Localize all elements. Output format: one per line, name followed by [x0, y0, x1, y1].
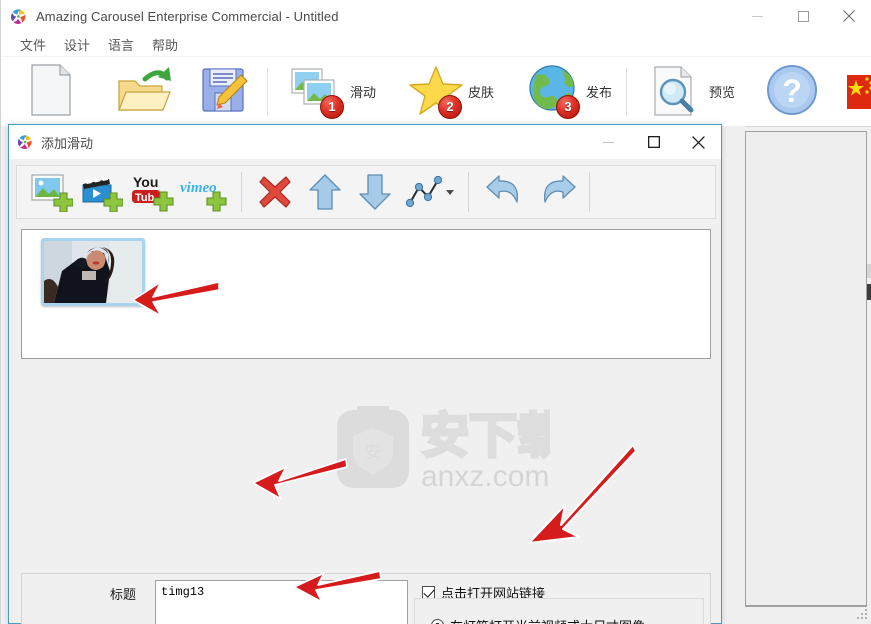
star-icon: 2 [408, 63, 464, 121]
main-titlebar: Amazing Carousel Enterprise Commercial -… [1, 0, 871, 32]
toolbar-separator-2 [626, 67, 628, 116]
open-button[interactable] [107, 61, 179, 123]
slider-label: 滑动 [350, 85, 377, 100]
skin-button[interactable]: 2 皮肤 [400, 61, 502, 123]
move-down-button[interactable] [350, 169, 400, 215]
svg-text:anxz.com: anxz.com [421, 460, 549, 493]
title-label: 标题 [110, 587, 137, 602]
help-button[interactable]: ? [757, 61, 829, 123]
main-window-controls [734, 0, 871, 32]
add-youtube-button[interactable]: You Tub [127, 169, 177, 215]
skin-badge: 2 [438, 94, 463, 119]
scrollbar-thumb[interactable] [867, 284, 871, 300]
radio-icon-selected [431, 619, 444, 624]
minimize-button[interactable] [734, 0, 780, 32]
radio-open-lightbox-label: 在灯箱打开当前视频或大尺寸图像 [450, 616, 645, 624]
magnifier-page-icon [649, 63, 705, 121]
slider-button[interactable]: 1 滑动 [282, 61, 384, 123]
menu-language[interactable]: 语言 [99, 33, 143, 56]
resize-grip[interactable] [857, 609, 869, 621]
maximize-button[interactable] [780, 0, 826, 32]
menu-design[interactable]: 设计 [55, 33, 99, 56]
menu-file[interactable]: 文件 [11, 33, 55, 56]
new-button[interactable] [21, 61, 93, 123]
dialog-window-controls [586, 125, 721, 159]
main-toolbar: 1 滑动 2 皮肤 3 发布 预览 ? [1, 56, 871, 126]
svg-text:安下载: 安下载 [421, 408, 550, 464]
dialog-toolbar-separator-1 [241, 172, 242, 212]
svg-text:安: 安 [365, 443, 382, 463]
skin-label: 皮肤 [468, 85, 495, 100]
save-button[interactable] [189, 61, 261, 123]
title-input[interactable]: timg13 [155, 580, 408, 624]
question-mark-icon: ? [765, 63, 821, 121]
dialog-title: 添加滑动 [41, 135, 94, 151]
dialog-maximize-button[interactable] [631, 125, 676, 159]
menu-help[interactable]: 帮助 [143, 33, 187, 56]
publish-label: 发布 [586, 85, 613, 100]
app-title: Amazing Carousel Enterprise Commercial -… [36, 8, 339, 24]
images-stack-icon: 1 [290, 63, 346, 121]
toolbar-separator-1 [267, 67, 268, 116]
publish-badge: 3 [556, 94, 581, 119]
slide-properties-form: 标题 timg13 描述 [21, 573, 711, 624]
dialog-toolbar: You Tub vimeo [16, 165, 716, 219]
open-folder-icon [115, 63, 171, 121]
undo-button[interactable] [481, 169, 531, 215]
preview-button[interactable]: 预览 [641, 61, 743, 123]
dialog-close-button[interactable] [676, 125, 721, 159]
content-top-divider [745, 126, 871, 127]
delete-button[interactable] [250, 169, 300, 215]
add-video-button[interactable] [77, 169, 127, 215]
china-flag-icon [847, 74, 871, 109]
carousel-logo-icon [10, 8, 27, 25]
status-divider [745, 606, 867, 607]
move-up-button[interactable] [300, 169, 350, 215]
dialog-titlebar: 添加滑动 [9, 125, 721, 159]
svg-text:You: You [133, 174, 158, 190]
preview-label: 预览 [709, 85, 736, 100]
slide-list-pane[interactable] [21, 229, 711, 359]
new-document-icon [29, 63, 85, 121]
add-vimeo-button[interactable]: vimeo [177, 169, 233, 215]
scrollbar-nub-top[interactable] [867, 264, 871, 278]
save-floppy-icon [197, 63, 253, 121]
add-image-button[interactable] [27, 169, 77, 215]
arrow-to-url-field [509, 443, 639, 556]
svg-text:vimeo: vimeo [180, 180, 217, 196]
screen-root: Amazing Carousel Enterprise Commercial -… [0, 0, 871, 624]
right-side-panel [745, 131, 867, 606]
publish-button[interactable]: 3 发布 [518, 61, 620, 123]
site-watermark: 安 安下载 anxz.com [335, 402, 567, 494]
close-button[interactable] [826, 0, 871, 32]
menubar: 文件 设计 语言 帮助 [1, 32, 871, 56]
add-slide-dialog: 添加滑动 You Tub vimeo 安 安下载 anxz.com 标题 tim… [8, 124, 722, 624]
dialog-toolbar-separator-3 [589, 172, 590, 212]
arrow-to-title-field [231, 455, 351, 506]
svg-text:?: ? [782, 73, 802, 109]
dialog-minimize-button[interactable] [586, 125, 631, 159]
carousel-logo-icon [17, 134, 33, 150]
transition-button[interactable] [400, 169, 460, 215]
globe-icon: 3 [526, 63, 582, 121]
language-flag-button[interactable] [839, 61, 871, 123]
chevron-down-icon[interactable] [446, 189, 454, 195]
dialog-toolbar-separator-2 [468, 172, 469, 212]
svg-text:Tub: Tub [135, 192, 155, 204]
slider-badge: 1 [320, 94, 344, 119]
radio-open-lightbox[interactable]: 在灯箱打开当前视频或大尺寸图像 [431, 616, 645, 624]
redo-button[interactable] [531, 169, 581, 215]
slide-thumbnail[interactable] [41, 238, 145, 306]
